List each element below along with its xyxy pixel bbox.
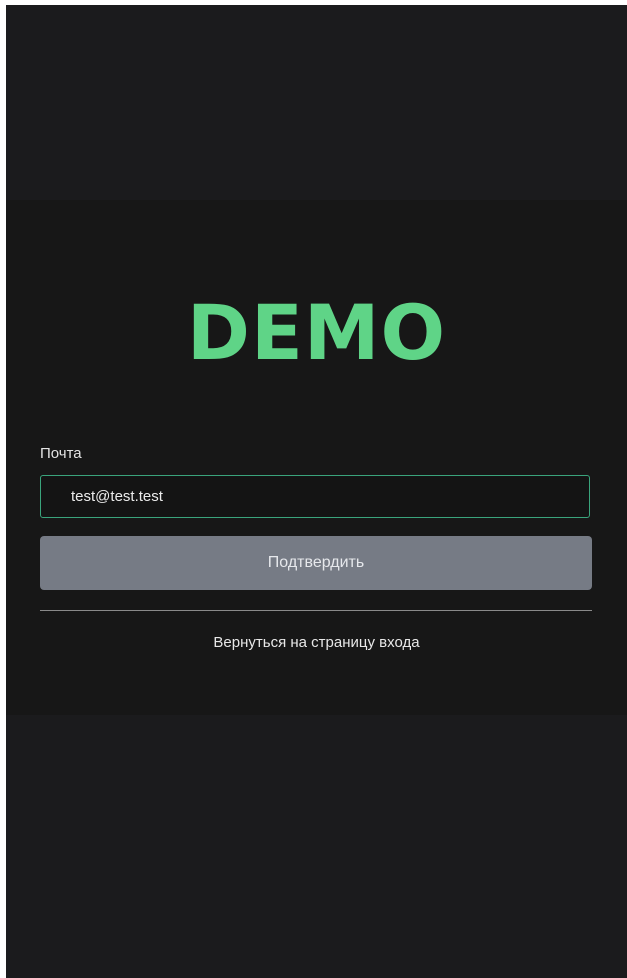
back-to-login-link[interactable]: Вернуться на страницу входа — [6, 634, 627, 651]
logo: DEMO — [186, 288, 447, 377]
recovery-card: DEMO Почта Подтвердить Вернуться на стра… — [6, 200, 627, 715]
app-window: DEMO Почта Подтвердить Вернуться на стра… — [6, 5, 627, 978]
email-field[interactable] — [40, 475, 590, 518]
divider — [40, 610, 592, 611]
email-label: Почта — [40, 445, 82, 462]
submit-button[interactable]: Подтвердить — [40, 536, 592, 590]
